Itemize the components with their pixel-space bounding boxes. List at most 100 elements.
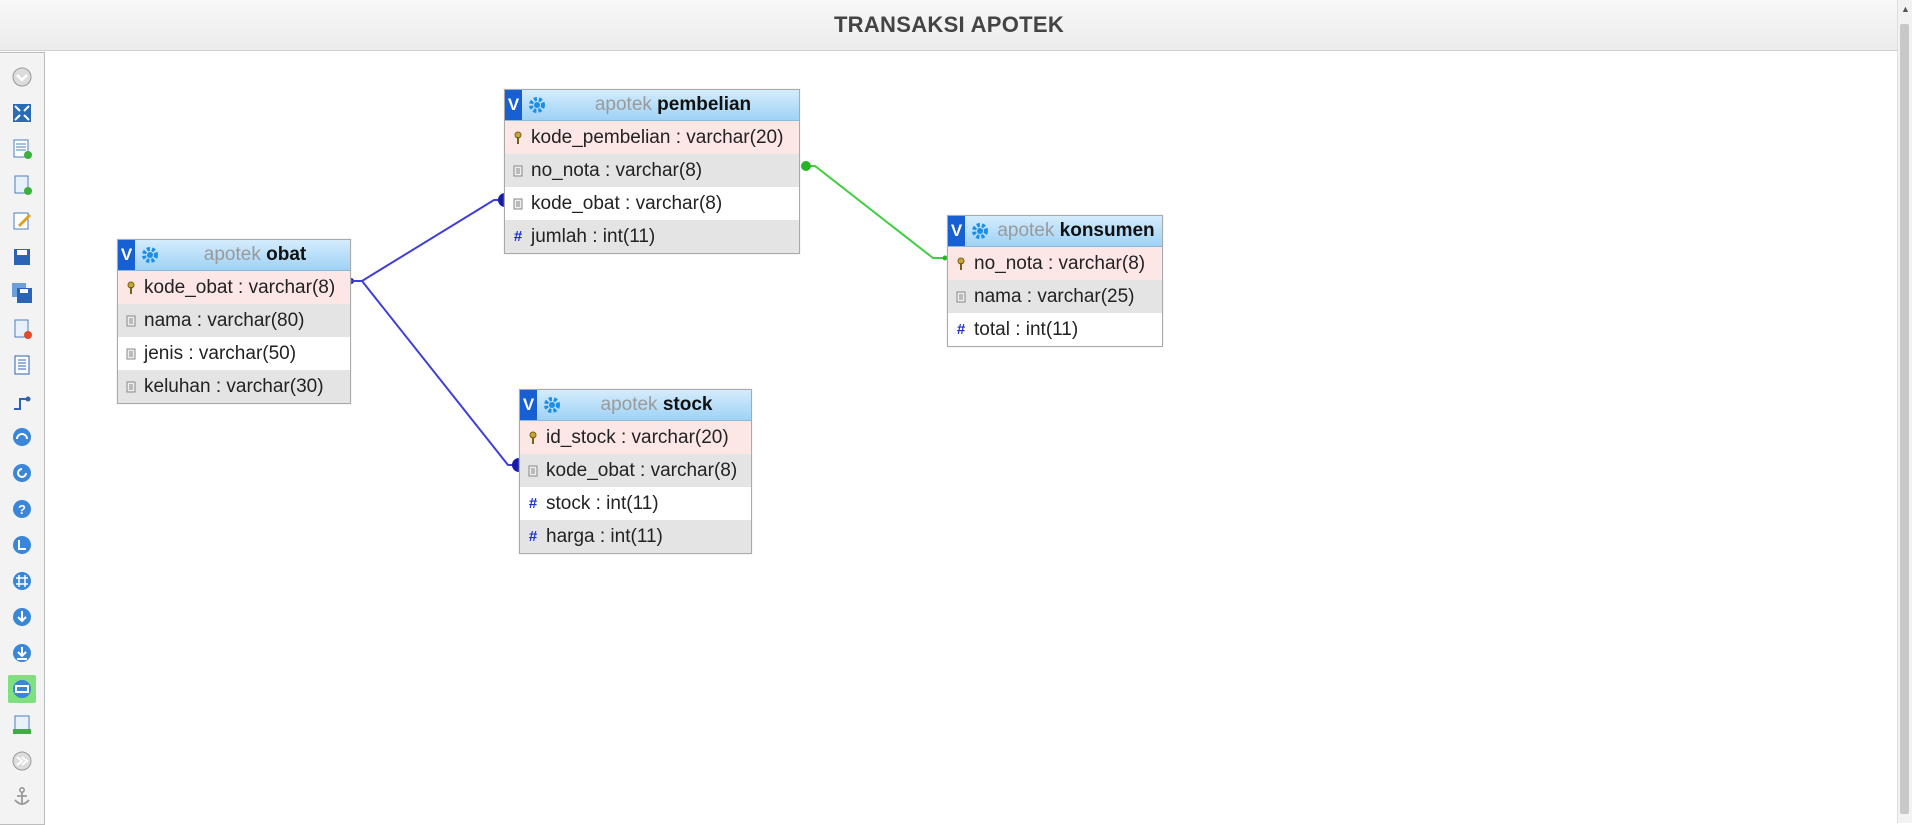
relation-endpoint	[801, 161, 811, 171]
column-label: total : int(11)	[974, 318, 1079, 340]
field-icon	[526, 461, 540, 481]
page-title: TRANSAKSI APOTEK	[833, 12, 1065, 37]
help-icon[interactable]: ?	[8, 495, 36, 523]
toggle-grid-icon[interactable]	[8, 567, 36, 595]
column-label: kode_obat : varchar(8)	[531, 192, 723, 214]
delete-page-icon[interactable]	[8, 315, 36, 343]
move-down-icon[interactable]	[8, 603, 36, 631]
table-obat[interactable]: V apotek obat kode_obat : varchar(8) nam…	[117, 239, 351, 404]
designer-toolbar: ?	[0, 52, 45, 825]
page-list-icon[interactable]	[8, 351, 36, 379]
column-row[interactable]: no_nota : varchar(8)	[948, 247, 1162, 280]
column-row[interactable]: kode_pembelian : varchar(20)	[505, 121, 799, 154]
field-icon	[124, 377, 138, 397]
column-label: kode_obat : varchar(8)	[144, 276, 336, 298]
relation-line[interactable]	[350, 199, 506, 282]
key-icon	[511, 128, 525, 148]
table-header[interactable]: V apotek obat	[118, 240, 350, 271]
relation-pembelian-konsumen[interactable]	[801, 161, 948, 261]
column-row[interactable]: id_stock : varchar(20)	[520, 421, 751, 454]
gear-icon[interactable]	[970, 221, 990, 241]
column-row[interactable]: # harga : int(11)	[520, 520, 751, 553]
relation-obat-stock[interactable]	[350, 280, 520, 472]
toggle-relations-icon[interactable]	[8, 387, 36, 415]
column-label: stock : int(11)	[546, 492, 659, 514]
number-icon: #	[513, 228, 523, 245]
column-row[interactable]: # stock : int(11)	[520, 487, 751, 520]
field-icon	[511, 161, 525, 181]
column-label: nama : varchar(80)	[144, 309, 305, 331]
designer-title-bar: TRANSAKSI APOTEK	[0, 0, 1898, 51]
column-label: harga : int(11)	[546, 525, 663, 547]
table-header[interactable]: V apotek stock	[520, 390, 751, 421]
gear-icon[interactable]	[140, 245, 160, 265]
add-page-icon[interactable]	[8, 171, 36, 199]
column-row[interactable]: nama : varchar(25)	[948, 280, 1162, 313]
save-icon[interactable]	[8, 243, 36, 271]
column-row[interactable]: no_nota : varchar(8)	[505, 154, 799, 187]
table-header[interactable]: V apotek konsumen	[948, 216, 1162, 247]
scroll-up-icon[interactable]: ▲	[1901, 4, 1910, 14]
column-row[interactable]: # jumlah : int(11)	[505, 220, 799, 253]
relation-line[interactable]	[350, 280, 520, 466]
column-label: id_stock : varchar(20)	[546, 426, 729, 448]
column-label: jenis : varchar(50)	[144, 342, 297, 364]
table-title: apotek pembelian	[594, 94, 752, 115]
table-header[interactable]: V apotek pembelian	[505, 90, 799, 121]
key-icon	[124, 278, 138, 298]
column-row[interactable]: nama : varchar(80)	[118, 304, 350, 337]
table-pembelian[interactable]: V apotek pembelian kode_pembelian : varc…	[504, 89, 800, 254]
relation-endpoint	[512, 458, 519, 472]
gear-icon[interactable]	[542, 395, 562, 415]
toggle-full-mode-icon[interactable]	[8, 675, 36, 703]
toggle-table-button[interactable]: V	[118, 240, 135, 270]
export-icon[interactable]	[8, 639, 36, 667]
export-document-icon[interactable]	[8, 711, 36, 739]
field-icon	[511, 194, 525, 214]
refresh-icon[interactable]	[8, 459, 36, 487]
column-label: no_nota : varchar(8)	[974, 252, 1146, 274]
relation-obat-pembelian[interactable]	[348, 193, 506, 284]
table-title: apotek obat	[203, 244, 307, 265]
anchor-icon[interactable]	[8, 783, 36, 811]
collapse-all-icon[interactable]	[8, 63, 36, 91]
key-icon	[526, 428, 540, 448]
gear-icon[interactable]	[527, 95, 547, 115]
field-icon	[124, 311, 138, 331]
relation-line[interactable]	[803, 165, 945, 259]
save-as-icon[interactable]	[8, 279, 36, 307]
column-label: keluhan : varchar(30)	[144, 375, 324, 397]
column-row[interactable]: kode_obat : varchar(8)	[520, 454, 751, 487]
svg-text:?: ?	[18, 502, 26, 517]
table-stock[interactable]: V apotek stock id_stock : varchar(20) ko…	[519, 389, 752, 554]
vertical-scrollbar[interactable]: ▲	[1897, 0, 1912, 823]
toggle-lines-icon[interactable]	[8, 531, 36, 559]
column-row[interactable]: jenis : varchar(50)	[118, 337, 350, 370]
toggle-table-button[interactable]: V	[505, 90, 522, 120]
number-icon: #	[528, 495, 538, 512]
field-icon	[954, 287, 968, 307]
number-icon: #	[956, 321, 966, 338]
column-row[interactable]: kode_obat : varchar(8)	[505, 187, 799, 220]
scrollbar-thumb[interactable]	[1900, 24, 1909, 814]
add-table-icon[interactable]	[8, 135, 36, 163]
column-label: jumlah : int(11)	[531, 225, 656, 247]
key-icon	[954, 254, 968, 274]
edit-icon[interactable]	[8, 207, 36, 235]
number-icon: #	[528, 528, 538, 545]
toggle-angular-icon[interactable]	[8, 423, 36, 451]
table-title: apotek konsumen	[997, 220, 1155, 241]
column-row[interactable]: kode_obat : varchar(8)	[118, 271, 350, 304]
field-icon	[124, 344, 138, 364]
toggle-table-button[interactable]: V	[948, 216, 965, 246]
column-row[interactable]: # total : int(11)	[948, 313, 1162, 346]
fit-to-screen-icon[interactable]	[8, 99, 36, 127]
column-label: no_nota : varchar(8)	[531, 159, 703, 181]
table-konsumen[interactable]: V apotek konsumen no_nota : varchar(8) n…	[947, 215, 1163, 347]
column-label: kode_obat : varchar(8)	[546, 459, 738, 481]
column-label: kode_pembelian : varchar(20)	[531, 126, 784, 148]
expand-all-icon[interactable]	[8, 747, 36, 775]
relations-layer	[348, 161, 948, 472]
column-row[interactable]: keluhan : varchar(30)	[118, 370, 350, 403]
toggle-table-button[interactable]: V	[520, 390, 537, 420]
